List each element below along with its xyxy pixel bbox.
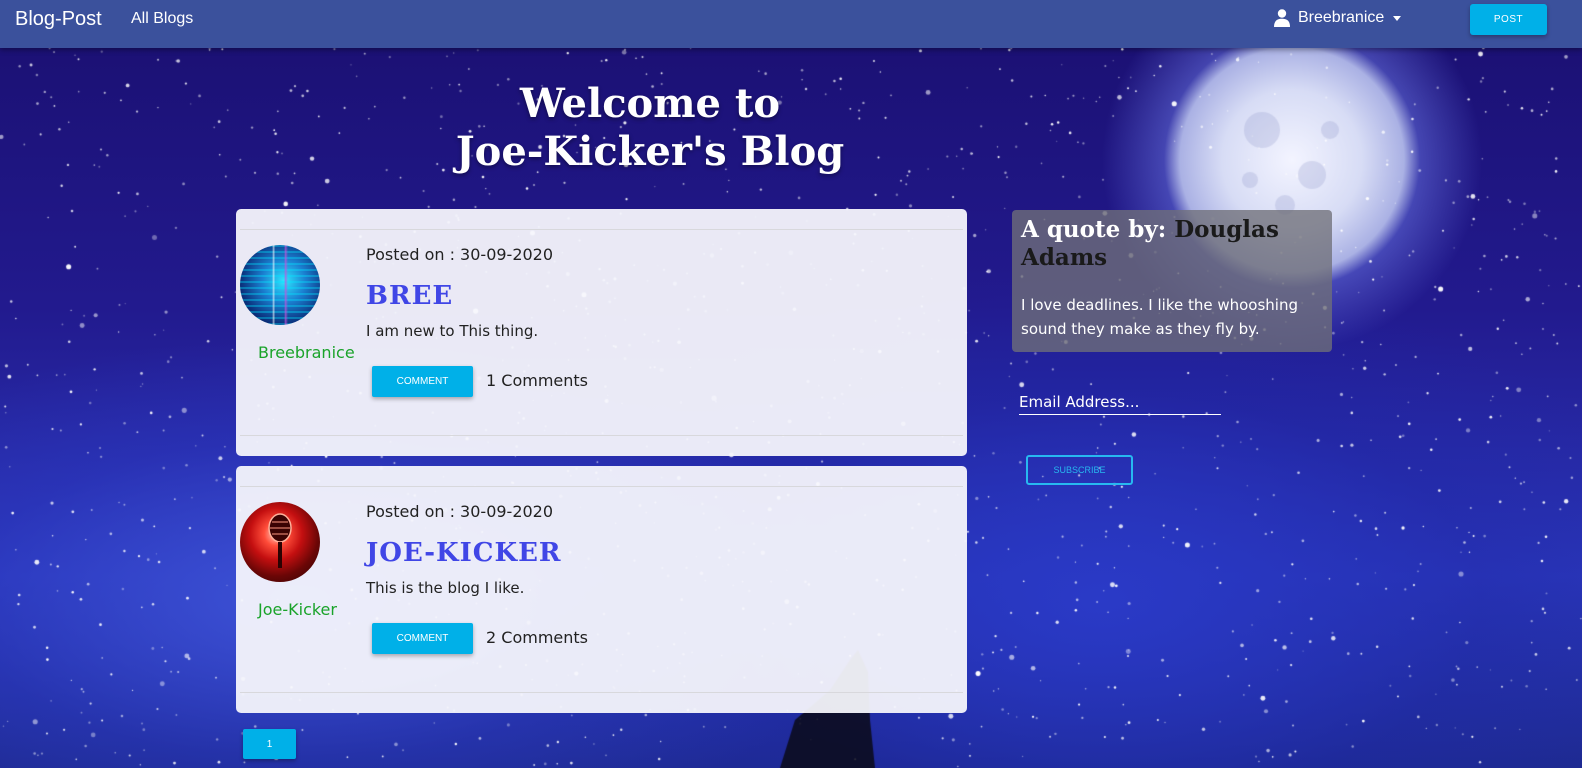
post-body: This is the blog I like. [366, 579, 525, 597]
comment-count: 1 Comments [486, 371, 588, 390]
all-blogs-link[interactable]: All Blogs [131, 10, 193, 28]
divider [240, 486, 963, 487]
author-avatar [240, 245, 320, 325]
post-date: Posted on : 30-09-2020 [366, 245, 554, 264]
caret-down-icon [1393, 15, 1402, 21]
pagination-page-button[interactable]: 1 [243, 729, 296, 759]
author-avatar [240, 502, 320, 582]
page-title: Welcome to Joe-Kicker's Blog [400, 80, 900, 176]
user-icon [1274, 9, 1290, 27]
quote-text: I love deadlines. I like the whooshing s… [1021, 296, 1299, 338]
post-title[interactable]: BREE [366, 281, 453, 311]
microphone-icon [268, 513, 292, 568]
comment-button[interactable]: COMMENT [372, 366, 473, 397]
brand-link[interactable]: Blog-Post [15, 8, 102, 31]
email-input[interactable] [1019, 389, 1221, 415]
quote-prefix: A quote by: [1021, 216, 1175, 243]
post-author[interactable]: Breebranice [258, 341, 358, 365]
comment-count: 2 Comments [486, 628, 588, 647]
post-body: I am new to This thing. [366, 322, 539, 340]
divider [240, 435, 963, 436]
divider [240, 229, 963, 230]
page-title-line-2: Joe-Kicker's Blog [455, 128, 845, 175]
user-dropdown[interactable]: Breebranice [1274, 8, 1402, 28]
username-label: Breebranice [1298, 9, 1385, 26]
post-author[interactable]: Joe-Kicker [258, 598, 358, 622]
post-card: Joe-Kicker Posted on : 30-09-2020 JOE-KI… [236, 466, 967, 713]
post-title[interactable]: JOE-KICKER [366, 538, 562, 568]
post-card: Breebranice Posted on : 30-09-2020 BREE … [236, 209, 967, 456]
comment-button[interactable]: COMMENT [372, 623, 473, 654]
quote-card: A quote by: Douglas Adams I love deadlin… [1012, 210, 1332, 352]
post-date: Posted on : 30-09-2020 [366, 502, 554, 521]
page-title-line-1: Welcome to [519, 80, 781, 127]
subscribe-button[interactable]: SUBSCRIBE [1026, 455, 1133, 485]
post-button[interactable]: POST [1470, 4, 1547, 35]
top-navbar: Blog-Post All Blogs Breebranice POST [0, 0, 1582, 48]
divider [240, 692, 963, 693]
quote-heading: A quote by: Douglas Adams [1021, 216, 1326, 272]
